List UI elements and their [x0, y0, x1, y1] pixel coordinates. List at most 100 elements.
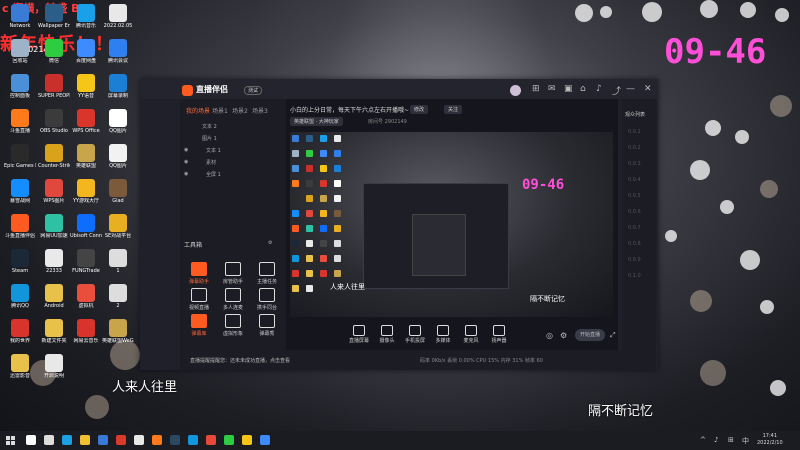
desktop-icon[interactable]: 22333 — [38, 249, 70, 274]
desktop-icon[interactable]: WPS图片 — [38, 179, 70, 204]
avatar[interactable] — [510, 85, 521, 96]
viewer-row[interactable]: 0.0.3 — [628, 161, 641, 167]
desktop-icon[interactable]: Ubisoft Connect — [70, 214, 102, 239]
viewer-row[interactable]: 0.0.2 — [628, 145, 641, 151]
tab-scene-2[interactable]: 场景2 — [232, 106, 248, 115]
desktop-icon[interactable]: 2022.02.05 — [102, 4, 134, 29]
viewer-row[interactable]: 0.0.9 — [628, 257, 641, 263]
edge-icon[interactable] — [62, 435, 72, 445]
desktop-icon[interactable]: SUPER PEOPLE CBT — [38, 74, 70, 99]
scene-item[interactable]: 图片 1 — [202, 135, 217, 142]
source-button[interactable]: 麦克风 — [458, 325, 484, 344]
tab-my-scenes[interactable]: 我的场景 — [186, 106, 210, 115]
desktop-icon[interactable]: QQ图片 — [102, 109, 134, 134]
desktop-icon[interactable]: YY游戏大厅 — [70, 179, 102, 204]
viewer-row[interactable]: 0.0.4 — [628, 177, 641, 183]
follow-button[interactable]: 关注 — [444, 105, 463, 114]
start-live-button[interactable]: 开始直播 — [575, 329, 605, 341]
eye-icon[interactable]: ◉ — [184, 147, 188, 153]
scene-item[interactable]: 素材 — [206, 159, 216, 166]
netease-icon[interactable] — [116, 435, 126, 445]
gear-icon[interactable]: ⚙ — [560, 331, 567, 340]
app1-icon[interactable] — [206, 435, 216, 445]
tool-item[interactable]: 多人连麦 — [218, 288, 248, 311]
tray-language[interactable]: 中 — [742, 436, 749, 446]
desktop-icon[interactable]: 屏幕录制 — [102, 74, 134, 99]
viewer-row[interactable]: 0.0.7 — [628, 225, 641, 231]
steam-icon[interactable] — [170, 435, 180, 445]
desktop-icon[interactable]: 百度网盘 — [70, 39, 102, 64]
store-icon[interactable] — [98, 435, 108, 445]
scene-item[interactable]: 全屏 1 — [206, 171, 221, 178]
desktop-icon[interactable]: YY语音 — [70, 74, 102, 99]
douyu-icon[interactable] — [152, 435, 162, 445]
desktop-icon[interactable]: 控制面板 — [4, 74, 36, 99]
viewer-row[interactable]: 0.1.0 — [628, 273, 641, 279]
scene-item[interactable]: 文本 2 — [202, 123, 217, 130]
tool-item[interactable]: 视频直播 — [184, 288, 214, 311]
desktop-icon[interactable]: 斗鱼直播伴侣 — [4, 214, 36, 239]
tool-item[interactable]: 弹幕助手 — [184, 262, 214, 285]
desktop-icon[interactable]: 1 — [102, 249, 134, 274]
bell-icon[interactable]: ♪ — [596, 84, 602, 94]
desktop-icon[interactable]: 回收站 — [4, 39, 36, 64]
wegame-icon[interactable] — [134, 435, 144, 445]
eye-icon[interactable]: ◉ — [184, 159, 188, 165]
search-icon[interactable] — [26, 435, 36, 445]
home-icon[interactable]: ⌂ — [580, 84, 586, 94]
desktop-icon[interactable]: 斗鱼直播 — [4, 109, 36, 134]
close-button[interactable]: ✕ — [644, 84, 652, 94]
desktop-icon[interactable]: Android — [38, 284, 70, 309]
desktop-icon[interactable]: 网易UU加速 — [38, 214, 70, 239]
source-button[interactable]: 手机投屏 — [402, 325, 428, 344]
desktop-icon[interactable]: OBS Studio — [38, 109, 70, 134]
desktop-icon[interactable]: 英雄联盟WeGame — [102, 319, 134, 344]
source-button[interactable]: 扬声器 — [486, 325, 512, 344]
tray-chevron-icon[interactable]: ^ — [700, 436, 706, 444]
desktop-icon[interactable]: 我的世界 — [4, 319, 36, 344]
desktop-icon[interactable]: 虚拟机 — [70, 284, 102, 309]
desktop-icon[interactable]: SE对战平台 — [102, 214, 134, 239]
viewer-row[interactable]: 0.0.1 — [628, 129, 641, 135]
tab-scene-3[interactable]: 场景3 — [252, 106, 268, 115]
taskbar-clock[interactable]: 17:41 2022/2/10 — [757, 433, 783, 447]
desktop-icon[interactable]: Counter-Strike Global Off — [38, 144, 70, 169]
desktop-icon[interactable]: QQ图片 — [102, 144, 134, 169]
share-icon[interactable]: ⤴ — [612, 84, 621, 97]
desktop-icon[interactable]: WPS Office — [70, 109, 102, 134]
desktop-icon[interactable]: 网易云音乐 — [70, 319, 102, 344]
tool-item[interactable]: 携手同台 — [252, 288, 282, 311]
grid-icon[interactable]: ⊞ — [532, 84, 540, 94]
tab-scene-1[interactable]: 场景1 — [212, 106, 228, 115]
tool-item[interactable]: 弹幕库 — [184, 314, 214, 337]
edit-title-button[interactable]: 修改 — [410, 105, 429, 114]
source-button[interactable]: 多媒体 — [430, 325, 456, 344]
desktop-icon[interactable]: FUNGTrade — [70, 249, 102, 274]
app4-icon[interactable] — [260, 435, 270, 445]
start-icon[interactable] — [6, 436, 15, 445]
tray-network-icon[interactable]: ⊞ — [728, 436, 734, 444]
gift-icon[interactable]: ▣ — [564, 84, 573, 94]
app3-icon[interactable] — [242, 435, 252, 445]
tool-item[interactable]: 弹幕秀 — [252, 314, 282, 337]
category-tag[interactable]: 英雄联盟 · 大神玩家 — [290, 117, 343, 126]
settings-icon[interactable]: ⚙ — [268, 240, 272, 246]
desktop-icon[interactable]: 新建文件夹 — [38, 319, 70, 344]
source-button[interactable]: 摄像头 — [374, 325, 400, 344]
viewer-row[interactable]: 0.0.8 — [628, 241, 641, 247]
mic-status-icon[interactable]: ◎ — [546, 331, 553, 340]
tool-item[interactable]: 主播任务 — [252, 262, 282, 285]
minimize-button[interactable]: — — [626, 84, 635, 94]
message-icon[interactable]: ✉ — [548, 84, 556, 94]
tool-item[interactable]: 房管助手 — [218, 262, 248, 285]
qq-icon[interactable] — [188, 435, 198, 445]
status-message[interactable]: 直播提醒提醒您：还未未成功直播，点击查看 — [190, 357, 290, 364]
viewer-row[interactable]: 0.0.6 — [628, 209, 641, 215]
tool-item[interactable]: 虚拟形象 — [218, 314, 248, 337]
desktop-icon[interactable]: 2 — [102, 284, 134, 309]
desktop-icon[interactable]: 暴雪战网 — [4, 179, 36, 204]
desktop-icon[interactable]: 开启说明 — [38, 354, 70, 379]
eye-icon[interactable]: ◉ — [184, 171, 188, 177]
desktop-icon[interactable]: Glad — [102, 179, 134, 204]
desktop-icon[interactable]: 微信 — [38, 39, 70, 64]
